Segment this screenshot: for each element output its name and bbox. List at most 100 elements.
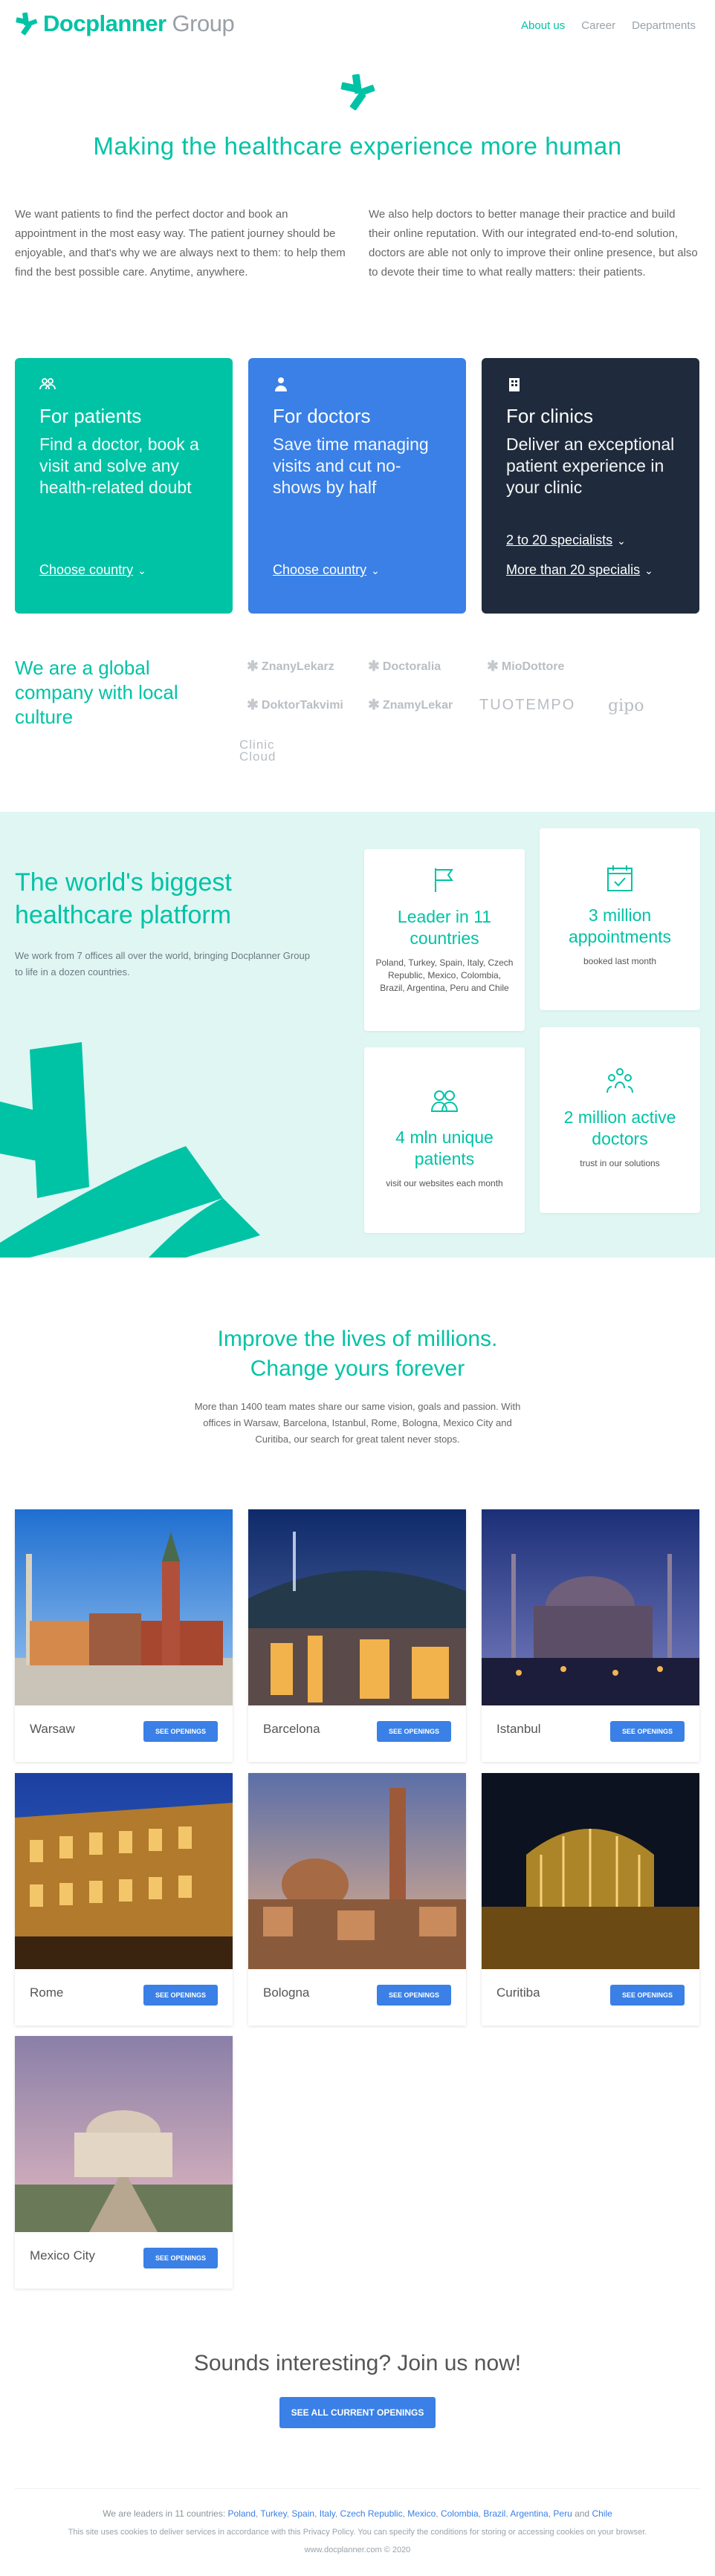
card-title: For clinics: [506, 405, 594, 427]
logo-text-docplanner: Docplanner: [43, 10, 166, 36]
intro-patients-text: We want patients to find the perfect doc…: [15, 208, 346, 279]
footer-country-link[interactable]: Spain: [291, 2508, 314, 2519]
footer-country-link[interactable]: Argentina: [510, 2508, 548, 2519]
stat-patients: 4 mln unique patients visit our websites…: [364, 1047, 525, 1233]
star-icon: ✱: [487, 659, 499, 674]
careers-title-line2: Change yours forever: [250, 1356, 465, 1381]
doctor-icon: [275, 377, 287, 391]
footer-country-link[interactable]: Italy: [320, 2508, 335, 2519]
see-openings-button[interactable]: SEE OPENINGS: [610, 1721, 685, 1742]
card-for-clinics[interactable]: For clinics Deliver an exceptional patie…: [482, 358, 699, 614]
card-for-patients[interactable]: For patients Find a doctor, book a visit…: [15, 358, 233, 614]
footer-leaders-text: We are leaders in 11 countries:: [103, 2508, 226, 2519]
intro-doctors-text: We also help doctors to better manage th…: [369, 208, 698, 279]
platform-title: The world's biggest healthcare platform: [15, 868, 232, 929]
office-card-rome[interactable]: Rome SEE OPENINGS: [15, 1773, 233, 2026]
see-all-openings-button[interactable]: SEE ALL CURRENT OPENINGS: [279, 2397, 436, 2428]
brand-logo-doktortakvimi[interactable]: ✱ DoktorTakvimi: [247, 697, 343, 714]
chevron-down-icon: ⌄: [371, 565, 380, 576]
cookie-notice: This site uses cookies to deliver servic…: [68, 2528, 647, 2537]
office-name: Warsaw: [30, 1722, 75, 1736]
link-label: 2 to 20 specialists: [506, 533, 613, 547]
brand-logo-doctoralia[interactable]: ✱ Doctoralia: [368, 658, 441, 675]
calendar-icon: [607, 865, 632, 891]
stat-value: 2 million active doctors: [563, 1108, 676, 1148]
site-header: Docplanner Group About us Career Departm…: [0, 0, 715, 52]
careers-subtitle: More than 1400 team mates share our same…: [194, 1401, 521, 1445]
footer-country-link[interactable]: Chile: [592, 2508, 612, 2519]
star-icon: ✱: [247, 659, 259, 674]
office-name: Curitiba: [496, 1985, 540, 2000]
footer-country-link[interactable]: Peru: [553, 2508, 572, 2519]
card-for-doctors[interactable]: For doctors Save time managing visits an…: [248, 358, 466, 614]
star-icon: ✱: [247, 697, 259, 713]
see-openings-button[interactable]: SEE OPENINGS: [143, 2248, 218, 2268]
stat-value: 4 mln unique patients: [395, 1128, 494, 1168]
office-card-bologna[interactable]: Bologna SEE OPENINGS: [248, 1773, 466, 2026]
see-openings-button[interactable]: SEE OPENINGS: [377, 1985, 451, 2006]
footer-country-link[interactable]: Czech Republic: [340, 2508, 403, 2519]
global-company-heading: We are a global company with local cultu…: [15, 657, 178, 728]
see-openings-button[interactable]: SEE OPENINGS: [143, 1985, 218, 2006]
office-card-warsaw[interactable]: Warsaw SEE OPENINGS: [15, 1509, 233, 1762]
decorative-star-shape: [0, 1042, 260, 1258]
office-name: Istanbul: [496, 1722, 541, 1736]
footer-divider: [15, 2488, 700, 2489]
building-icon: [509, 378, 520, 391]
choose-country-link[interactable]: Choose country ⌄: [273, 562, 380, 578]
office-card-barcelona[interactable]: Barcelona SEE OPENINGS: [248, 1509, 466, 1762]
copyright: www.docplanner.com © 2020: [304, 2546, 411, 2554]
platform-subtitle: We work from 7 offices all over the worl…: [15, 950, 310, 978]
office-name: Barcelona: [263, 1722, 320, 1736]
office-card-mexico-city[interactable]: Mexico City SEE OPENINGS: [15, 2036, 233, 2289]
see-openings-button[interactable]: SEE OPENINGS: [610, 1985, 685, 2006]
chevron-down-icon: ⌄: [617, 535, 626, 547]
main-nav: About us Career Departments: [521, 19, 696, 32]
curitiba-photo: [482, 1773, 699, 1969]
link-label: Choose country: [39, 562, 134, 577]
brand-logo-znanylekarz[interactable]: ✱ ZnanyLekarz: [247, 658, 334, 675]
people-icon: [39, 378, 56, 390]
nav-about-us[interactable]: About us: [521, 19, 565, 32]
brand-logo-tuotempo[interactable]: TUOTEMPO: [479, 697, 575, 714]
star-icon: ✱: [368, 659, 380, 674]
footer-country-link[interactable]: Mexico: [407, 2508, 436, 2519]
brand-logo-miodottore[interactable]: ✱ MioDottore: [487, 658, 564, 675]
see-openings-button[interactable]: SEE OPENINGS: [377, 1721, 451, 1742]
office-card-curitiba[interactable]: Curitiba SEE OPENINGS: [482, 1773, 699, 2026]
doctors-icon: [606, 1068, 633, 1093]
brand-logo-clinic-cloud[interactable]: Clinic Cloud: [239, 738, 299, 763]
patients-icon: [430, 1090, 459, 1112]
barcelona-photo: [248, 1509, 466, 1705]
stat-appointments: 3 million appointments booked last month: [540, 828, 700, 1010]
chevron-down-icon: ⌄: [138, 565, 146, 576]
choose-country-link[interactable]: Choose country ⌄: [39, 562, 146, 578]
careers-title: Improve the lives of millions. Change yo…: [0, 1324, 715, 1384]
see-openings-button[interactable]: SEE OPENINGS: [143, 1721, 218, 1742]
office-card-istanbul[interactable]: Istanbul SEE OPENINGS: [482, 1509, 699, 1762]
office-name: Rome: [30, 1985, 64, 2000]
stat-detail: trust in our solutions: [580, 1158, 660, 1168]
logo-text-group: Group: [172, 10, 235, 36]
card-title: For doctors: [273, 405, 371, 427]
stat-value: 3 million appointments: [568, 905, 672, 946]
card-text: Deliver an exceptional patient experienc…: [506, 435, 675, 497]
small-clinic-link[interactable]: 2 to 20 specialists ⌄: [506, 533, 626, 548]
footer-country-link[interactable]: Turkey: [260, 2508, 286, 2519]
brand-logo-znamylekar[interactable]: ✱ ZnamyLekar: [368, 697, 453, 714]
star-icon: ✱: [368, 697, 380, 713]
brand-logo-gipo[interactable]: gipo: [608, 697, 644, 715]
stat-countries: Leader in 11 countries Poland, Turkey, S…: [364, 849, 525, 1031]
rome-photo: [15, 1773, 233, 1969]
footer-country-link[interactable]: Colombia: [441, 2508, 479, 2519]
docplanner-logo[interactable]: Docplanner Group: [13, 10, 235, 37]
nav-career[interactable]: Career: [581, 19, 615, 32]
stat-value: Leader in 11 countries: [397, 907, 492, 948]
bologna-photo: [248, 1773, 466, 1969]
footer-country-link[interactable]: Poland: [228, 2508, 256, 2519]
footer-country-link[interactable]: Brazil: [483, 2508, 505, 2519]
large-clinic-link[interactable]: More than 20 specialis ⌄: [506, 562, 653, 578]
nav-departments[interactable]: Departments: [632, 19, 696, 32]
link-label: More than 20 specialis: [506, 562, 641, 577]
join-title: Sounds interesting? Join us now!: [193, 2351, 522, 2375]
